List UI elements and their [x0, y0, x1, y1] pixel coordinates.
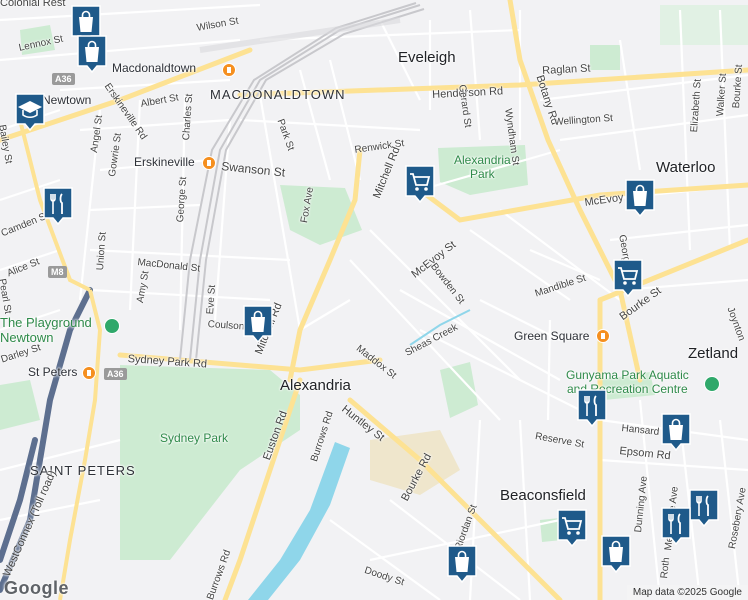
- shopping-bag-icon: [243, 305, 273, 344]
- poi-pin-shopping-bag[interactable]: [76, 34, 108, 74]
- shopping-bag-icon: [625, 179, 655, 218]
- poi-pin-shopping-bag[interactable]: [600, 534, 632, 574]
- station-label-green-square[interactable]: Green Square: [514, 330, 589, 342]
- shopping-bag-icon: [601, 535, 631, 574]
- graduation-cap-icon: [15, 93, 45, 132]
- poi-pin-graduation-cap[interactable]: [14, 92, 46, 132]
- map-canvas[interactable]: Eveleigh MACDONALDTOWN Waterloo Alexandr…: [0, 0, 748, 600]
- suburb-waterloo: Waterloo: [656, 159, 716, 176]
- suburb-macdonaldtown: MACDONALDTOWN: [210, 87, 346, 102]
- suburb-newtown: Newtown: [42, 93, 92, 107]
- station-label-erskineville[interactable]: Erskineville: [134, 156, 195, 168]
- suburb-eveleigh: Eveleigh: [398, 49, 456, 66]
- park-label-playground[interactable]: The Playground Newtown: [0, 315, 92, 346]
- suburb-alexandria: Alexandria: [280, 377, 351, 394]
- poi-pin-restaurant[interactable]: [42, 186, 74, 226]
- station-label-macdonaldtown[interactable]: Macdonaldtown: [112, 62, 196, 74]
- poi-pin-shopping-bag[interactable]: [660, 412, 692, 452]
- restaurant-icon: [661, 507, 691, 546]
- shopping-bag-icon: [661, 413, 691, 452]
- route-badge: M8: [48, 266, 67, 278]
- poi-pin-restaurant[interactable]: [660, 506, 692, 546]
- poi-pin-restaurant[interactable]: [576, 388, 608, 428]
- poi-pin-shopping-cart[interactable]: [404, 164, 436, 204]
- park-icon[interactable]: [104, 318, 120, 334]
- suburb-zetland: Zetland: [688, 345, 739, 362]
- train-station-icon[interactable]: [202, 156, 216, 170]
- shopping-bag-icon: [447, 545, 477, 584]
- train-station-icon[interactable]: [596, 329, 610, 343]
- restaurant-icon: [577, 389, 607, 428]
- poi-pin-restaurant[interactable]: [688, 488, 720, 528]
- street-colonial: Colonial Rest: [0, 0, 66, 9]
- restaurant-icon: [689, 489, 719, 528]
- train-station-icon[interactable]: [82, 366, 96, 380]
- restaurant-icon: [43, 187, 73, 226]
- shopping-bag-icon: [77, 35, 107, 74]
- park-label-alexandria[interactable]: Alexandria Park: [454, 153, 511, 182]
- park-label-sydney-park[interactable]: Sydney Park: [160, 432, 228, 444]
- suburb-beaconsfield: Beaconsfield: [500, 487, 586, 504]
- poi-pin-shopping-bag[interactable]: [624, 178, 656, 218]
- poi-pin-shopping-bag[interactable]: [446, 544, 478, 584]
- poi-pin-shopping-bag[interactable]: [242, 304, 274, 344]
- park-icon[interactable]: [704, 376, 720, 392]
- poi-pin-shopping-cart[interactable]: [612, 258, 644, 298]
- route-badge: A36: [52, 73, 75, 85]
- map-attribution[interactable]: Map data ©2025 Google: [626, 585, 748, 600]
- poi-pin-shopping-cart[interactable]: [556, 508, 588, 548]
- shopping-cart-icon: [613, 259, 643, 298]
- route-badge: A36: [104, 368, 127, 380]
- shopping-cart-icon: [405, 165, 435, 204]
- street-eve: Eve St: [205, 284, 219, 315]
- train-station-icon[interactable]: [222, 63, 236, 77]
- google-logo: Google: [4, 578, 69, 598]
- shopping-cart-icon: [557, 509, 587, 548]
- station-label-st-peters[interactable]: St Peters: [28, 366, 77, 378]
